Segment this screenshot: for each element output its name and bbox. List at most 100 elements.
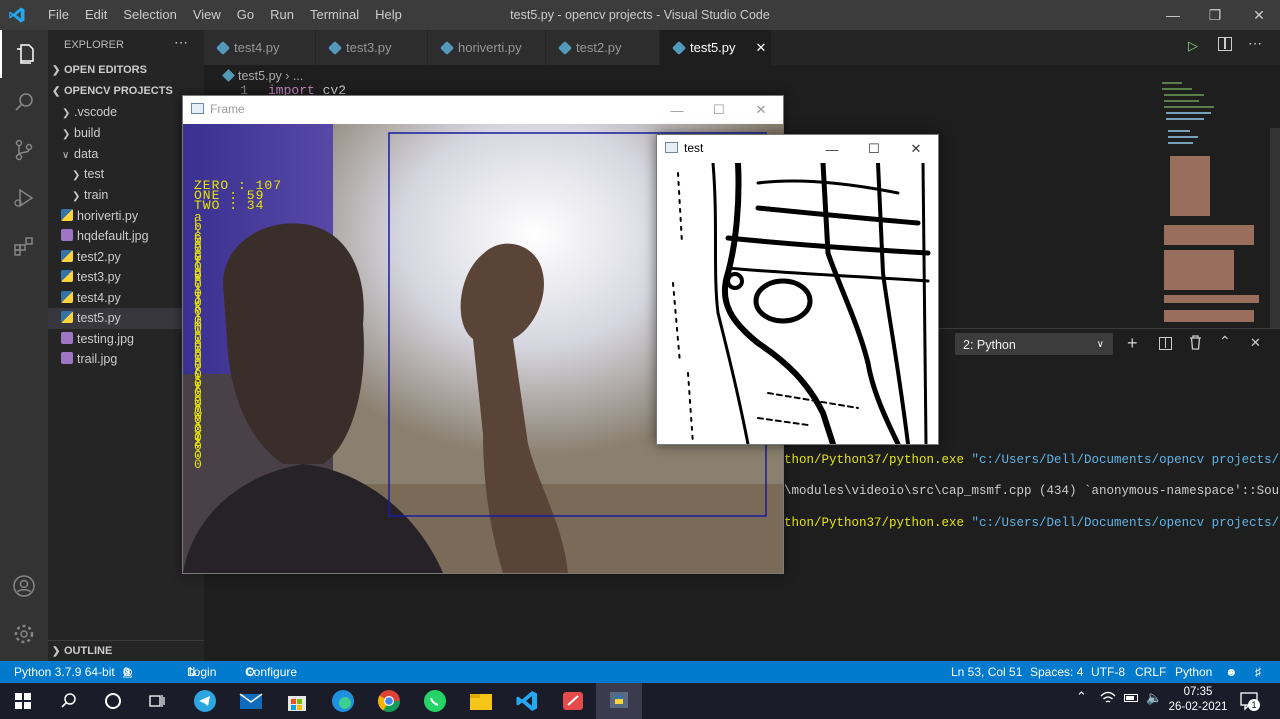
snip-sketch-icon[interactable]: [550, 683, 596, 719]
telegram-icon[interactable]: [182, 683, 228, 719]
tab-test5[interactable]: test5.py ✕: [660, 30, 772, 65]
tree-item-build[interactable]: ❯ build: [48, 123, 204, 144]
settings-gear-icon[interactable]: [0, 610, 48, 658]
tab-test2[interactable]: test2.py: [546, 30, 660, 65]
chevron-down-icon: ❮: [52, 86, 61, 97]
tree-item-test3[interactable]: test3.py: [48, 267, 204, 288]
tree-item-data[interactable]: ∨ data: [48, 144, 204, 165]
status-bar: Python 3.7.9 64-bit ⊗ 0 △ 0 ⇅ Login ⚙ Co…: [0, 661, 1280, 683]
action-center-icon[interactable]: 1: [1240, 691, 1260, 714]
file-explorer-icon[interactable]: [458, 683, 504, 719]
python-interpreter[interactable]: Python 3.7.9 64-bit: [14, 661, 115, 683]
restore-button[interactable]: ❐: [1192, 0, 1238, 30]
maximize-button[interactable]: ☐: [852, 135, 896, 163]
run-debug-icon[interactable]: [0, 174, 48, 222]
test-caption[interactable]: test — ☐ ✕: [657, 135, 938, 163]
volume-icon[interactable]: 🔈: [1146, 690, 1162, 706]
tree-item-test4[interactable]: test4.py: [48, 288, 204, 309]
minimap[interactable]: [1160, 80, 1270, 330]
close-button[interactable]: ✕: [894, 135, 938, 163]
cortana-icon[interactable]: [90, 683, 136, 719]
indentation[interactable]: Spaces: 4: [1030, 661, 1083, 683]
edge-icon[interactable]: [320, 683, 366, 719]
tree-item-test[interactable]: ❯ test: [48, 164, 204, 185]
terminal-line: thon/Python37/python.exe "c:/Users/Dell/…: [784, 516, 1280, 530]
trash-icon[interactable]: [1189, 335, 1202, 353]
close-button[interactable]: ✕: [1236, 0, 1280, 30]
tree-item-vscode[interactable]: ❯ .vscode: [48, 102, 204, 123]
minimize-button[interactable]: —: [1150, 0, 1196, 30]
menu-file[interactable]: File: [40, 0, 77, 30]
search-icon[interactable]: [46, 683, 92, 719]
mail-icon[interactable]: [228, 683, 274, 719]
store-icon[interactable]: [274, 683, 320, 719]
outline-section[interactable]: ❯ OUTLINE: [48, 640, 204, 661]
accounts-icon[interactable]: [0, 562, 48, 610]
split-editor-icon[interactable]: [1218, 37, 1232, 51]
source-control-icon[interactable]: [0, 126, 48, 174]
menu-terminal[interactable]: Terminal: [302, 0, 367, 30]
more-actions-icon[interactable]: ⋯: [174, 34, 188, 51]
test-window[interactable]: test — ☐ ✕: [656, 134, 939, 445]
python-taskbar-icon[interactable]: [596, 683, 642, 719]
split-terminal-icon[interactable]: [1159, 337, 1172, 350]
menu-edit[interactable]: Edit: [77, 0, 115, 30]
wifi-icon[interactable]: [1100, 691, 1116, 708]
tree-item-testing[interactable]: testing.jpg: [48, 329, 204, 350]
editor-scrollbar[interactable]: [1270, 128, 1280, 328]
language-mode[interactable]: Python: [1175, 661, 1212, 683]
tree-item-test2[interactable]: test2.py: [48, 247, 204, 268]
vscode-taskbar-icon[interactable]: [504, 683, 550, 719]
minimize-button[interactable]: —: [655, 96, 699, 124]
tree-item-train[interactable]: ❯ train: [48, 185, 204, 206]
notifications-bell-icon[interactable]: ♯: [1255, 661, 1261, 683]
encoding[interactable]: UTF-8: [1091, 661, 1125, 683]
python-file-icon: [61, 209, 73, 221]
terminal-line: \modules\videoio\src\cap_msmf.cpp (434) …: [784, 484, 1280, 498]
maximize-panel-icon[interactable]: ⌃: [1219, 333, 1231, 350]
chevron-up-icon[interactable]: ⌃: [1076, 689, 1087, 705]
new-terminal-icon[interactable]: +: [1127, 333, 1138, 353]
minimize-button[interactable]: —: [810, 135, 854, 163]
windows-start-icon[interactable]: [0, 683, 46, 719]
line-ending[interactable]: CRLF: [1135, 661, 1166, 683]
tab-test4[interactable]: test4.py: [204, 30, 316, 65]
terminal-selector[interactable]: 2: Python ∨: [955, 333, 1113, 355]
tree-item-horiverti[interactable]: horiverti.py: [48, 206, 204, 227]
close-tab-icon[interactable]: ✕: [756, 40, 767, 56]
clock[interactable]: 07:35 26-02-2021: [1168, 685, 1228, 715]
tab-test3[interactable]: test3.py: [316, 30, 428, 65]
app-window-icon: [191, 103, 204, 114]
close-button[interactable]: ✕: [739, 96, 783, 124]
close-panel-icon[interactable]: ✕: [1250, 335, 1261, 351]
project-section[interactable]: ❮ OPENCV PROJECTS: [48, 81, 204, 102]
menu-go[interactable]: Go: [229, 0, 262, 30]
open-editors-section[interactable]: ❯ OPEN EDITORS: [48, 60, 204, 81]
whatsapp-icon[interactable]: [412, 683, 458, 719]
tree-item-test5[interactable]: test5.py: [48, 308, 204, 329]
menu-help[interactable]: Help: [367, 0, 410, 30]
python-file-icon: [671, 40, 687, 55]
extensions-icon[interactable]: [0, 222, 48, 270]
more-actions-icon[interactable]: ⋯: [1248, 35, 1262, 52]
run-file-icon[interactable]: ▷: [1188, 38, 1198, 54]
maximize-button[interactable]: ☐: [697, 96, 741, 124]
task-view-icon[interactable]: [134, 683, 180, 719]
explorer-icon[interactable]: [0, 30, 48, 78]
tree-item-hqdefault[interactable]: hqdefault.jpg: [48, 226, 204, 247]
menu-selection[interactable]: Selection: [115, 0, 184, 30]
chrome-icon[interactable]: [366, 683, 412, 719]
tree-item-trail[interactable]: trail.jpg: [48, 349, 204, 370]
python-file-icon: [327, 40, 343, 55]
feedback-icon[interactable]: ☻: [1225, 661, 1238, 683]
frame-caption[interactable]: Frame — ☐ ✕: [183, 96, 783, 124]
search-icon[interactable]: [0, 78, 48, 126]
menu-run[interactable]: Run: [262, 0, 302, 30]
menu-view[interactable]: View: [185, 0, 229, 30]
tab-horiverti[interactable]: horiverti.py: [428, 30, 546, 65]
cursor-position[interactable]: Ln 53, Col 51: [951, 661, 1022, 683]
battery-icon[interactable]: [1124, 694, 1138, 702]
count-two: TWO : 34: [194, 198, 265, 213]
image-file-icon: [61, 229, 73, 241]
chevron-down-icon: ∨: [62, 150, 70, 161]
